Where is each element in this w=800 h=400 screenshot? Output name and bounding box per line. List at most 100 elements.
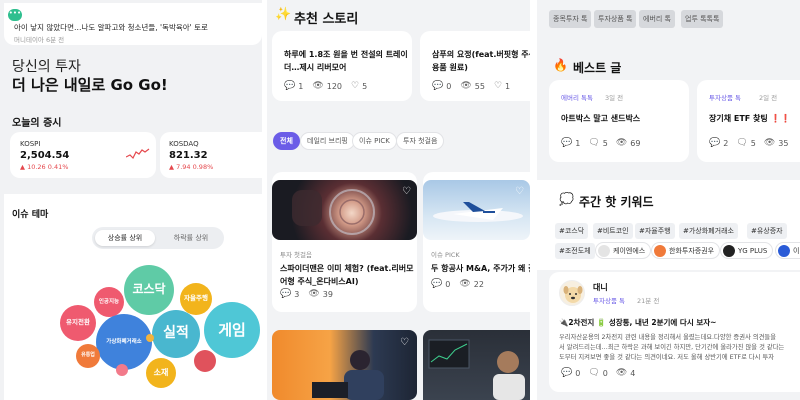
keyword-title: 주간 핫 키워드 [579,195,654,209]
best-post-title: 장기채 ETF 찾팅 ❗❗ [709,114,791,123]
market-title: 오늘의 증시 [12,118,62,129]
airplane-graphic [433,202,523,222]
bubble-ai[interactable]: 인공지능 [94,287,124,317]
view-count: 120 [326,82,343,91]
reply-icon: 🗨 [588,138,600,148]
toggle-rising[interactable]: 상승률 상위 [95,230,155,246]
brand-kns[interactable]: 케이엔에스 [595,242,652,259]
story-title-line2: 어형 주식_온다비스AI) [280,277,359,286]
comment-icon: 💬 [709,138,721,148]
eye-icon: 👁 [459,279,471,289]
home-panel: ••• 아이 낳지 않았다면…나도 알파고와 청소년들, '독박육아' 토로 머… [0,0,262,400]
story-item-1[interactable]: ♡ 투자 첫걸음 스파이더맨은 이미 체험? (feat.리버모 어형 주식_온… [272,172,417,312]
post-title: 🔌2차전지 🔋 성장통, 내년 2분기에 다시 보자~ [559,318,717,327]
theme-toggle: 상승률 상위 하락률 상위 [92,227,224,249]
brand-partial[interactable]: 이 [775,242,800,259]
bubble-small-red[interactable] [194,350,216,372]
brand-hanwha[interactable]: 한화투자증권우 [651,242,721,259]
keyword-superconductor[interactable]: #조전도체 [555,243,595,259]
bubble-small-yellow[interactable] [146,334,154,342]
brand-ygplus[interactable]: YG PLUS [720,242,774,259]
news-notice-card[interactable]: ••• 아이 낳지 않았다면…나도 알파고와 청소년들, '독박육아' 토로 머… [4,3,262,45]
bubble-distribution[interactable]: 유통업 [76,344,100,368]
bookmark-heart-icon[interactable]: ♡ [515,186,524,197]
bubble-kosdaq[interactable]: 코스닥 [124,265,174,315]
top-tag-stock-talk[interactable]: 종목투자 톡 [549,10,592,28]
best-post-board: 에버리 톡톡 [561,94,593,102]
best-post-2[interactable]: 투자상품 톡 2일 전 장기채 ETF 찾팅 ❗❗ 💬 2 🗨 5 👁 35 [697,80,800,162]
story-card-title-2: 더…제시 리버모어 [284,63,347,72]
bubble-game[interactable]: 게임 [204,302,260,358]
like-count: 5 [362,82,368,91]
post-body-line3: 도부터 지켜보면 좋을 것 같다는 의견이네요. 저도 올해 상반기에 ETF로… [559,354,775,361]
post-stats: 💬 0 🗨 0 👁 4 [561,368,635,379]
toggle-falling[interactable]: 하락률 상위 [162,230,220,246]
bubble-earnings[interactable]: 실적 [152,310,200,358]
bubble-autonomous[interactable]: 자율주행 [180,283,212,315]
comment-icon: 💬 [280,289,292,299]
comment-icon: 💬 [432,81,444,91]
filter-all[interactable]: 전체 [273,132,300,150]
comment-icon: 💬 [561,368,573,378]
best-post-1[interactable]: 에버리 톡톡 3일 전 아트박스 말고 샌드박스 💬 1 🗨 5 👁 69 [549,80,689,162]
comment-count: 1 [575,139,581,148]
post-time: 21분 전 [637,297,660,305]
kospi-card[interactable]: KOSPI 2,504.54 ▲ 10.26 0.41% [10,132,156,178]
eye-icon: 👁 [308,289,320,299]
comment-icon: 💬 [284,81,296,91]
chat-bubble-icon: ••• [8,9,22,21]
issue-theme-section: 이슈 테마 상승률 상위 하락률 상위 코스닥 자율주행 인공지능 게임 실적 … [4,194,262,400]
keyword-autonomous[interactable]: #자율주행 [635,223,675,239]
story-card-title-2: 용품 원료) [432,63,468,72]
view-count: 22 [473,280,484,289]
kosdaq-card[interactable]: KOSDAQ 821.32 ▲ 7.94 0.98% [160,132,262,178]
comment-count: 1 [298,82,304,91]
news-source: 머니테이아 6분 전 [14,36,65,44]
bubble-materials[interactable]: 소재 [146,358,176,388]
bookmark-heart-icon[interactable]: ♡ [400,337,409,348]
keyword-rights-offering[interactable]: #유상증자 [747,223,787,239]
kospi-sparkline [126,148,150,160]
brand-name: 한화투자증권우 [669,246,715,255]
story-item-2[interactable]: ♡ 이슈 PICK 두 항공사 M&A, 주가가 왜 갈린 💬0 👁22 [423,172,530,312]
post-body-line1: 우리자산운용의 2차전지 관련 내용을 정리해서 올렸는데요.다양한 증권사 의… [559,334,776,341]
bubble-conversion[interactable]: 유지전환 [60,305,96,341]
kospi-change: ▲ 10.26 0.41% [20,163,69,171]
story-panel: ✨ 추천 스토리 하루에 1.8조 원을 번 전설의 트레이 더…제시 리버모어… [267,0,530,400]
top-tag-uptu-talk[interactable]: 업투 톡톡톡 [681,10,724,28]
comment-count: 0 [446,82,452,91]
bubble-crypto-exchange[interactable]: 가상화폐거래소 [96,314,152,370]
story-image-orange-room[interactable] [272,330,417,400]
kosdaq-value: 821.32 [169,150,208,161]
story-title-line1: 두 항공사 M&A, 주가가 왜 갈린 [431,264,530,273]
story-image-trader[interactable] [423,330,530,400]
fire-icon: 🔥 [553,58,568,72]
story-stats: 💬 3 👁 39 [280,289,333,300]
keyword-bitcoin[interactable]: #비트코인 [593,223,633,239]
kospi-name: KOSPI [20,140,41,148]
brand-logo-icon [654,244,666,257]
kosdaq-name: KOSDAQ [169,140,199,148]
story-card-stats: 💬 1 👁 120 ♡ 5 [284,81,368,92]
filter-first-step[interactable]: 투자 첫걸음 [396,132,445,150]
story-card-1[interactable]: 하루에 1.8조 원을 번 전설의 트레이 더…제시 리버모어 💬 1 👁 120 … [272,31,412,101]
bubble-small-pink[interactable] [116,364,128,376]
eye-icon: 👁 [763,138,776,148]
post-author: 대니 [593,283,608,292]
top-tag-everyday-talk[interactable]: 에버리 톡 [639,10,675,28]
feed-post[interactable]: 대니 투자상품 톡 21분 전 🔌2차전지 🔋 성장통, 내년 2분기에 다시 … [549,272,800,392]
filter-issue-pick[interactable]: 이슈 PICK [352,132,397,150]
filter-daily-briefing[interactable]: 데일리 브리핑 [300,132,355,150]
story-image-airplane [423,180,530,240]
bookmark-heart-icon[interactable]: ♡ [402,186,411,197]
story-image-robot-hand [272,180,417,240]
story-card-2[interactable]: 삼푸의 요정(feat.버핏형 주식_ 용품 원료) 💬 0 👁 55 ♡ 1 [420,31,530,101]
keyword-kosdaq[interactable]: #코스닥 [555,223,589,239]
speech-bubble-icon: 💭 [559,192,574,206]
comment-count: 0 [575,369,581,378]
eye-icon: 👁 [615,138,628,148]
story-category: 투자 첫걸음 [280,251,312,259]
keyword-crypto-exchange[interactable]: #가상화폐거래소 [679,223,738,239]
top-tag-product-talk[interactable]: 투자상품 톡 [594,10,637,28]
brand-logo-icon [598,244,610,257]
